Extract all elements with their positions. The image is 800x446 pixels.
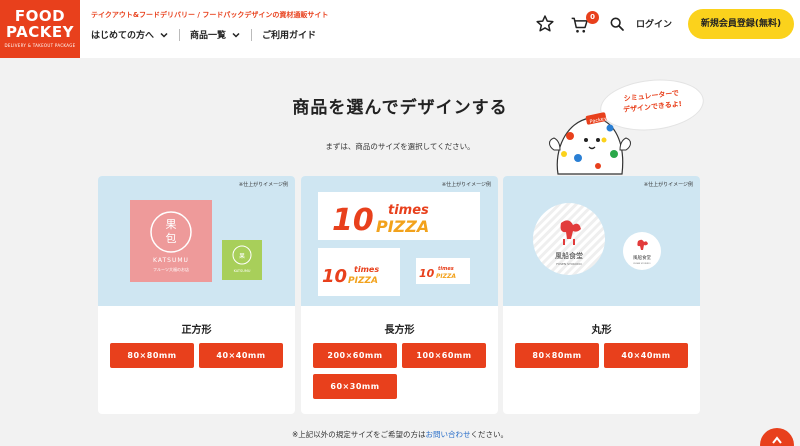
sticker-shop-sub: FUSEN SYOKUDO [556, 262, 582, 266]
main-nav: はじめての方へ 商品一覧 ご利用ガイド [91, 28, 316, 41]
sticker-logo-number: 10 [419, 267, 435, 280]
rect-sticker-large: 10 times PIZZA [318, 192, 480, 240]
sticker-subtext: フルーツ大福のお店 [153, 266, 189, 272]
sticker-shop-sub: FUSEN SYOKUDO [633, 263, 650, 265]
logo-subtext: DELIVERY & TAKEOUT PACKAGE [4, 43, 76, 48]
nav-item-label: ご利用ガイド [262, 31, 317, 41]
card-title: 長方形 [384, 325, 415, 336]
footnote-text: ください。 [470, 430, 509, 439]
page-subtitle: まずは、商品のサイズを選択してください。 [325, 142, 475, 151]
footnote: ※上記以外の規定サイズをご希望の方はお問い合わせください。 [0, 429, 800, 440]
cart-count-badge: 0 [586, 11, 599, 24]
square-sticker-small: 果 KATSUMU [222, 240, 262, 280]
sticker-brand: KATSUMU [153, 257, 189, 264]
chevron-down-icon [160, 32, 168, 38]
chevron-up-icon [772, 436, 782, 444]
nav-item-beginners[interactable]: はじめての方へ [91, 28, 169, 41]
footnote-text: ※上記以外の規定サイズをご希望の方は [291, 430, 426, 439]
sticker-shop-name: 風船食堂 [555, 251, 583, 260]
site-header: FOOD PACKEY DELIVERY & TAKEOUT PACKAGE テ… [0, 0, 800, 58]
nav-item-label: はじめての方へ [91, 31, 155, 41]
sample-image-area: ※仕上がりイメージ例 10 times PIZZA 10 times PIZZA… [301, 176, 498, 306]
mascot-illustration: Packey [549, 112, 631, 175]
sample-note: ※仕上がりイメージ例 [238, 182, 288, 188]
sticker-logo-word: PIZZA [348, 276, 378, 286]
sticker-shop-name: 風船食堂 [633, 254, 651, 261]
sticker-logo-number: 10 [322, 266, 347, 287]
sticker-logo-word: times [388, 203, 429, 218]
card-title: 正方形 [181, 325, 212, 336]
login-link[interactable]: ログイン [636, 17, 672, 30]
sticker-logo-word: times [438, 266, 454, 272]
size-button-80x80[interactable]: 80×80mm [515, 343, 599, 368]
sample-note: ※仕上がりイメージ例 [643, 182, 693, 188]
rect-sticker-small: 10 times PIZZA [416, 258, 470, 284]
size-button-200x60[interactable]: 200×60mm [313, 343, 397, 368]
sample-image-area: ※仕上がりイメージ例 果 包 KATSUMU フルーツ大福のお店 果 KATSU… [98, 176, 295, 306]
size-button-80x80[interactable]: 80×80mm [110, 343, 194, 368]
card-title: 丸形 [591, 325, 612, 336]
sample-note: ※仕上がりイメージ例 [441, 182, 491, 188]
site-tagline: テイクアウト&フードデリバリー / フードパックデザインの資材通販サイト [91, 11, 329, 19]
register-button[interactable]: 新規会員登録(無料) [688, 9, 794, 39]
sticker-brand: KATSUMU [234, 269, 251, 273]
star-icon[interactable] [535, 14, 555, 34]
search-icon[interactable] [609, 16, 625, 32]
sticker-text: 果 [166, 218, 177, 231]
sticker-logo-number: 10 [332, 203, 374, 238]
size-button-60x30[interactable]: 60×30mm [313, 374, 397, 399]
round-sticker-small: 風船食堂 FUSEN SYOKUDO [623, 232, 661, 270]
sticker-logo-word: PIZZA [376, 217, 429, 236]
site-logo[interactable]: FOOD PACKEY DELIVERY & TAKEOUT PACKAGE [0, 0, 80, 58]
nav-item-label: 商品一覧 [190, 31, 227, 41]
nav-divider [251, 28, 253, 41]
sticker-text: 包 [166, 232, 177, 245]
logo-text-top: FOOD [14, 7, 66, 25]
square-sticker-large: 果 包 KATSUMU フルーツ大福のお店 [130, 200, 212, 282]
size-button-100x60[interactable]: 100×60mm [402, 343, 486, 368]
nav-item-guide[interactable]: ご利用ガイド [262, 28, 316, 41]
logo-text-bottom: PACKEY [6, 23, 74, 41]
product-card-round: ※仕上がりイメージ例 風船食堂 FUSEN SYOKUDO 風船食堂 FUSEN… [503, 176, 700, 414]
size-button-40x40[interactable]: 40×40mm [604, 343, 688, 368]
chevron-down-icon [232, 32, 240, 38]
nav-divider [179, 28, 181, 41]
sticker-text: 果 [239, 253, 245, 260]
round-sticker-large: 風船食堂 FUSEN SYOKUDO [533, 203, 605, 275]
sample-image-area: ※仕上がりイメージ例 風船食堂 FUSEN SYOKUDO 風船食堂 FUSEN… [503, 176, 700, 306]
product-card-square: ※仕上がりイメージ例 果 包 KATSUMU フルーツ大福のお店 果 KATSU… [98, 176, 295, 414]
rect-sticker-medium: 10 times PIZZA [318, 248, 400, 296]
sticker-logo-word: PIZZA [436, 273, 456, 280]
contact-link[interactable]: お問い合わせ [426, 430, 471, 439]
sticker-logo-word: times [354, 265, 379, 274]
product-card-rectangle: ※仕上がりイメージ例 10 times PIZZA 10 times PIZZA… [301, 176, 498, 414]
size-button-40x40[interactable]: 40×40mm [199, 343, 283, 368]
nav-item-products[interactable]: 商品一覧 [190, 28, 241, 41]
